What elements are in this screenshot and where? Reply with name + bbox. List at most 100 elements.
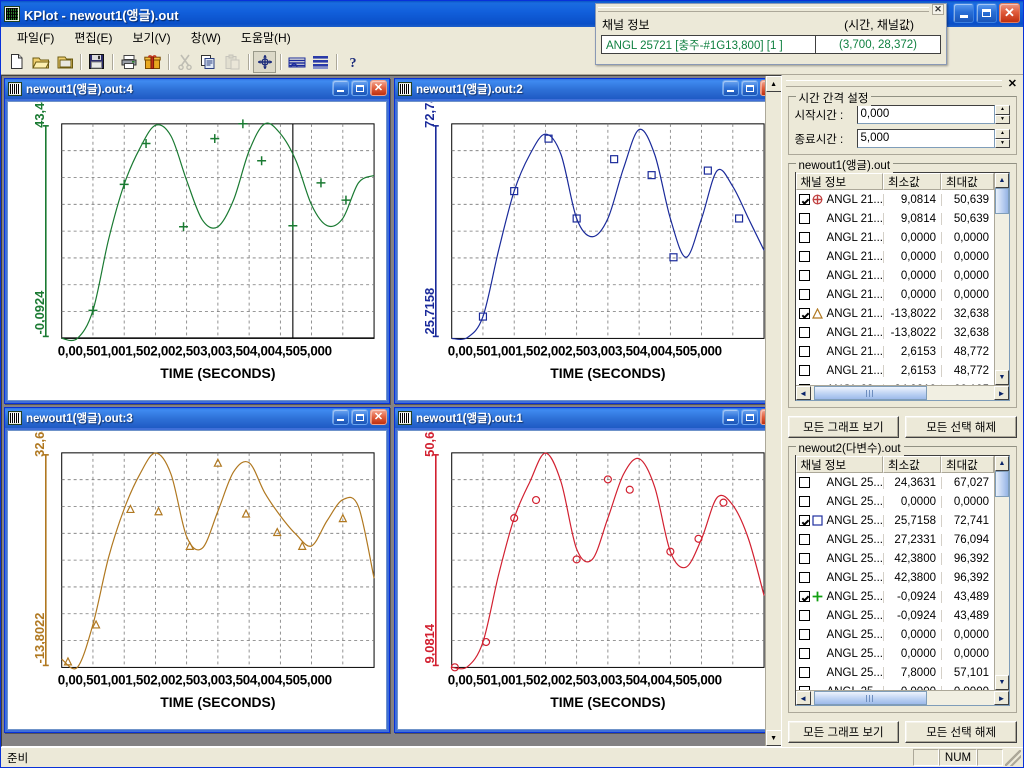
scroll-right-icon[interactable]: ► (994, 691, 1009, 705)
channel-listbox-1-vscrollbar[interactable]: ▲ ▼ (994, 173, 1009, 386)
table-row[interactable]: ANGL 21... 0,0000 0,0000 (796, 285, 994, 304)
row-checkbox[interactable] (798, 270, 810, 281)
scroll-down-icon[interactable]: ▼ (995, 675, 1009, 690)
channel-listbox-1[interactable]: 채널 정보 최소값 최대값 ANGL 21... 9,0814 50,639 ANGL… (794, 172, 1010, 402)
print-icon[interactable] (117, 51, 140, 73)
graph-overlay-icon[interactable] (285, 51, 308, 73)
channel-cell[interactable]: ANGL 25... (796, 477, 883, 489)
channel-info-gripbar[interactable]: ✕ (596, 4, 946, 15)
new-icon[interactable] (5, 51, 28, 73)
chart-maximize-button[interactable] (741, 80, 758, 96)
channel-cell[interactable]: ANGL 21... (796, 251, 883, 263)
maximize-button[interactable] (976, 3, 997, 23)
scroll-thumb[interactable] (813, 691, 928, 705)
channel-listbox-2-vscrollbar[interactable]: ▲ ▼ (994, 456, 1009, 690)
channel-info-window[interactable]: ✕ 채널 정보 (시간, 채널값) ANGL 25721 [충주-#1G13,8… (595, 3, 947, 65)
channel-listbox-2[interactable]: 채널 정보 최소값 최대값 ANGL 25... 24,3631 67,027 ANG… (794, 455, 1010, 706)
clear-all-selection-button-2[interactable]: 모든 선택 해제 (905, 721, 1017, 743)
scroll-track[interactable] (995, 188, 1009, 371)
table-row[interactable]: ANGL 21... -13,8022 32,638 (796, 323, 994, 342)
channel-info-close-icon[interactable]: ✕ (932, 4, 944, 15)
spin-down-icon[interactable]: ▼ (995, 138, 1010, 148)
table-row[interactable]: ANGL 21... 9,0814 50,639 (796, 209, 994, 228)
close-button[interactable]: ✕ (999, 3, 1020, 23)
show-all-graphs-button-1[interactable]: 모든 그래프 보기 (787, 416, 900, 439)
table-row[interactable]: ANGL 21... 0,0000 0,0000 (796, 247, 994, 266)
channel-cell[interactable]: ANGL 25... (796, 572, 883, 584)
table-row[interactable]: ANGL 25... 0,0000 0,0000 (796, 625, 994, 644)
row-checkbox[interactable] (798, 346, 810, 357)
table-row[interactable]: ANGL 21... 2,6153 48,772 (796, 361, 994, 380)
table-row[interactable]: ANGL 25... 25,7158 72,741 (796, 511, 994, 530)
chart-minimize-button[interactable] (332, 80, 349, 96)
chart-maximize-button[interactable] (351, 80, 368, 96)
row-checkbox[interactable] (798, 477, 810, 489)
open-icon[interactable] (29, 51, 52, 73)
channel-cell[interactable]: ANGL 25... (796, 648, 883, 660)
channel-cell[interactable]: ANGL 25... (796, 610, 883, 622)
chart-maximize-button[interactable] (741, 409, 758, 425)
chart-window-out3[interactable]: newout1(앵글).out:3 ✕ 32,6385 -13,8022 0,00,… (4, 407, 390, 733)
chart-minimize-button[interactable] (722, 409, 739, 425)
channel-cell[interactable]: ANGL 21... (796, 289, 883, 301)
column-header-max[interactable]: 최대값 (941, 456, 994, 474)
row-checkbox[interactable] (798, 572, 810, 584)
menu-view[interactable]: 보기(V) (122, 27, 180, 48)
channel-cell[interactable]: ANGL 21... (796, 194, 883, 206)
chart-canvas-out3[interactable]: 32,6385 -13,8022 0,00,501,001,502,002,503,… (7, 430, 387, 730)
scroll-down-arrow[interactable]: ▼ (765, 730, 781, 746)
menu-help[interactable]: 도움말(H) (231, 27, 301, 48)
panel-close-icon[interactable]: ✕ (1006, 77, 1019, 90)
open-multi-icon[interactable] (53, 51, 76, 73)
menu-file[interactable]: 파일(F) (7, 27, 64, 48)
table-row[interactable]: ANGL 25... 42,3800 96,392 (796, 568, 994, 587)
row-checkbox[interactable] (798, 648, 810, 660)
channel-listbox-2-hscrollbar[interactable]: ◄ ► (795, 690, 1009, 705)
scroll-track[interactable] (810, 386, 994, 401)
table-row[interactable]: ANGL 21... -13,8022 32,638 (796, 304, 994, 323)
scroll-track[interactable] (995, 471, 1009, 675)
channel-info-grip[interactable] (598, 7, 929, 12)
chart-close-button[interactable]: ✕ (370, 409, 387, 425)
column-header-min[interactable]: 최소값 (883, 456, 941, 474)
end-time-spin-buttons[interactable]: ▲ ▼ (995, 129, 1010, 148)
row-checkbox[interactable] (798, 327, 810, 338)
channel-cell[interactable]: ANGL 21... (796, 232, 883, 244)
channel-cell[interactable]: ANGL 25... (796, 553, 883, 565)
channel-cell[interactable]: ANGL 25... (796, 629, 883, 641)
row-checkbox[interactable] (798, 308, 810, 319)
start-time-input[interactable]: 0,000 (856, 105, 995, 124)
table-row[interactable]: ANGL 21... 0,0000 0,0000 (796, 266, 994, 285)
column-header-channel-info[interactable]: 채널 정보 (795, 173, 883, 190)
spin-up-icon[interactable]: ▲ (995, 105, 1010, 115)
scroll-thumb[interactable] (995, 188, 1009, 214)
chart-canvas-out1[interactable]: 50,6396 9,0814 0,00,501,001,502,002,503,00… (397, 430, 777, 730)
spin-up-icon[interactable]: ▲ (995, 129, 1010, 139)
start-time-spinner[interactable]: 0,000 ▲ ▼ (856, 105, 1010, 124)
row-checkbox[interactable] (798, 384, 810, 386)
menu-window[interactable]: 창(W) (181, 27, 231, 48)
column-header-min[interactable]: 최소값 (883, 173, 941, 190)
scroll-thumb[interactable] (995, 471, 1009, 498)
mdi-vertical-scrollbar[interactable]: ▲ ▼ (764, 76, 781, 746)
end-time-spinner[interactable]: 5,000 ▲ ▼ (856, 129, 1010, 148)
chart-window-out2[interactable]: newout1(앵글).out:2 ✕ 72,7417 25,7158 0,00,5… (394, 78, 780, 404)
row-checkbox[interactable] (798, 534, 810, 546)
row-checkbox[interactable] (798, 515, 810, 527)
channel-cell[interactable]: ANGL 25... (796, 496, 883, 508)
scroll-left-icon[interactable]: ◄ (795, 691, 811, 705)
row-checkbox[interactable] (798, 365, 810, 376)
table-row[interactable]: ANGL 25... 0,0000 0,0000 (796, 492, 994, 511)
crosshair-icon[interactable] (253, 50, 276, 73)
row-checkbox[interactable] (798, 289, 810, 300)
save-icon[interactable] (85, 51, 108, 73)
scroll-up-arrow[interactable]: ▲ (765, 76, 781, 92)
scroll-thumb[interactable] (813, 386, 928, 401)
column-header-max[interactable]: 최대값 (941, 173, 994, 190)
start-time-spin-buttons[interactable]: ▲ ▼ (995, 105, 1010, 124)
scroll-right-icon[interactable]: ► (994, 386, 1009, 401)
row-checkbox[interactable] (798, 232, 810, 243)
scroll-track[interactable] (810, 691, 994, 705)
chart-minimize-button[interactable] (722, 80, 739, 96)
row-checkbox[interactable] (798, 213, 810, 224)
